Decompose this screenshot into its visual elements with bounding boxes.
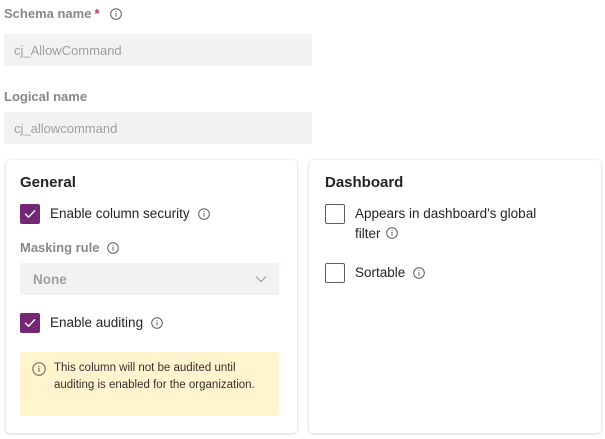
info-icon[interactable]	[151, 317, 163, 329]
masking-rule-label-text: Masking rule	[20, 240, 100, 255]
global-filter-label: Appears in dashboard's global filter	[355, 204, 555, 244]
enable-auditing-label: Enable auditing	[50, 313, 163, 333]
required-asterisk: *	[94, 6, 100, 21]
sortable-label: Sortable	[355, 263, 426, 283]
enable-column-security-text: Enable column security	[50, 206, 190, 221]
sortable-text: Sortable	[355, 265, 406, 280]
global-filter-row[interactable]: Appears in dashboard's global filter	[325, 204, 555, 244]
enable-auditing-text: Enable auditing	[50, 315, 144, 330]
enable-auditing-checkbox[interactable]	[20, 313, 40, 333]
enable-column-security-row[interactable]: Enable column security	[20, 204, 210, 224]
enable-column-security-label: Enable column security	[50, 204, 210, 224]
auditing-warning-text: This column will not be audited until au…	[54, 362, 255, 391]
global-filter-text: Appears in dashboard's global filter	[355, 206, 537, 241]
logical-name-value: cj_allowcommand	[14, 120, 118, 136]
masking-rule-value: None	[33, 271, 67, 287]
logical-name-input: cj_allowcommand	[4, 112, 312, 144]
logical-name-label-text: Logical name	[4, 89, 88, 104]
general-title: General	[20, 174, 76, 191]
enable-column-security-checkbox[interactable]	[20, 204, 40, 224]
schema-name-input: cj_AllowCommand	[4, 34, 312, 66]
info-icon[interactable]	[385, 227, 398, 239]
global-filter-checkbox[interactable]	[325, 204, 345, 224]
sortable-checkbox[interactable]	[325, 263, 345, 283]
auditing-warning-banner: This column will not be audited until au…	[20, 352, 279, 416]
info-icon[interactable]	[197, 208, 210, 220]
sortable-row[interactable]: Sortable	[325, 263, 426, 283]
info-icon[interactable]	[109, 7, 122, 20]
info-icon	[32, 362, 46, 376]
logical-name-label: Logical name	[4, 89, 87, 104]
masking-rule-select: None	[20, 263, 279, 295]
info-icon[interactable]	[107, 241, 120, 254]
schema-name-label: Schema name *	[4, 6, 122, 21]
masking-rule-label: Masking rule	[20, 240, 120, 255]
chevron-down-icon	[243, 275, 279, 283]
schema-name-label-text: Schema name	[4, 6, 92, 21]
schema-name-value: cj_AllowCommand	[14, 42, 122, 58]
column-properties-panel: Schema name * cj_AllowCommand Logical na…	[0, 0, 605, 439]
info-icon[interactable]	[413, 267, 426, 279]
enable-auditing-row[interactable]: Enable auditing	[20, 313, 163, 333]
dashboard-title: Dashboard	[325, 174, 404, 191]
dashboard-card	[309, 160, 601, 433]
